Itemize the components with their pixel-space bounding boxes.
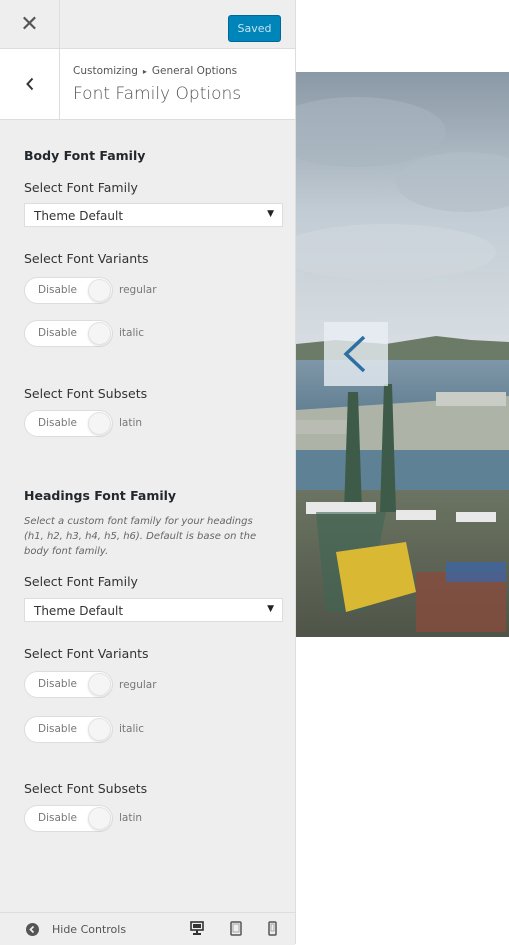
customizer-panel: ✕ Saved Customizing ▸ General Options Font… <box>0 0 296 945</box>
tablet-icon[interactable] <box>230 921 242 940</box>
headings-variant-italic-toggle[interactable]: Disable <box>24 716 113 743</box>
toggle-state: Disable <box>38 678 77 690</box>
back-button[interactable] <box>0 49 60 119</box>
body-variant-regular-label: regular <box>119 284 157 296</box>
breadcrumb-parent: General Options <box>151 65 238 77</box>
site-preview <box>296 72 509 637</box>
headings-font-description: Select a custom font family for your hea… <box>24 514 274 559</box>
chevron-left-icon <box>343 335 366 373</box>
toggle-knob <box>88 718 111 741</box>
headings-subset-latin-label: latin <box>119 812 143 824</box>
desktop-icon[interactable] <box>190 921 204 940</box>
body-font-family-label: Select Font Family <box>24 180 138 195</box>
headings-font-family-value: Theme Default <box>34 604 124 618</box>
body-variant-italic-toggle[interactable]: Disable <box>24 320 113 347</box>
triangle-down-icon: ▼ <box>267 209 274 219</box>
triangle-down-icon: ▼ <box>267 604 274 614</box>
breadcrumb-root: Customizing <box>73 65 138 77</box>
body-variant-regular-toggle[interactable]: Disable <box>24 277 113 304</box>
close-icon: ✕ <box>20 11 39 37</box>
toggle-knob <box>88 279 111 302</box>
headings-variant-regular-label: regular <box>119 679 157 691</box>
body-subset-latin-toggle[interactable]: Disable <box>24 410 113 437</box>
toggle-state: Disable <box>38 284 77 296</box>
circle-arrow-left-icon <box>26 923 39 936</box>
slider-prev-button[interactable] <box>324 322 388 386</box>
toggle-state: Disable <box>38 417 77 429</box>
toggle-knob <box>88 807 111 830</box>
headings-font-family-select[interactable]: Theme Default ▼ <box>24 598 283 622</box>
toggle-knob <box>88 322 111 345</box>
headings-font-variants-label: Select Font Variants <box>24 646 149 661</box>
toggle-state: Disable <box>38 723 77 735</box>
toggle-knob <box>88 412 111 435</box>
customizer-footer: Hide Controls <box>0 912 295 945</box>
saved-button[interactable]: Saved <box>228 15 281 42</box>
headings-font-subsets-label: Select Font Subsets <box>24 781 148 796</box>
description-line: body font family. <box>24 546 109 557</box>
headings-font-family-label: Select Font Family <box>24 574 138 589</box>
section-title: Font Family Options <box>73 84 242 104</box>
headings-variant-regular-toggle[interactable]: Disable <box>24 671 113 698</box>
breadcrumb: Customizing ▸ General Options <box>73 65 237 77</box>
breadcrumb-separator: ▸ <box>142 67 147 76</box>
headings-subset-latin-toggle[interactable]: Disable <box>24 805 113 832</box>
customizer-header: ✕ Saved <box>0 0 295 49</box>
headings-variant-italic-label: italic <box>119 723 145 735</box>
body-font-family-value: Theme Default <box>34 209 124 223</box>
headings-font-group-title: Headings Font Family <box>24 488 177 503</box>
body-subset-latin-label: latin <box>119 417 143 429</box>
description-line: Select a custom font family for your hea… <box>24 516 253 527</box>
body-font-group-title: Body Font Family <box>24 148 146 163</box>
toggle-state: Disable <box>38 812 77 824</box>
body-font-family-select[interactable]: Theme Default ▼ <box>24 203 283 227</box>
section-header: Customizing ▸ General Options Font Family … <box>0 49 295 120</box>
toggle-knob <box>88 673 111 696</box>
close-button[interactable]: ✕ <box>0 0 60 48</box>
body-font-subsets-label: Select Font Subsets <box>24 386 148 401</box>
toggle-state: Disable <box>38 327 77 339</box>
body-font-variants-label: Select Font Variants <box>24 251 149 266</box>
hide-controls-label: Hide Controls <box>52 923 127 936</box>
mobile-icon[interactable] <box>268 921 277 940</box>
chevron-left-icon <box>25 77 33 91</box>
body-variant-italic-label: italic <box>119 327 145 339</box>
description-line: (h1, h2, h3, h4, h5, h6). Default is bas… <box>24 531 257 542</box>
